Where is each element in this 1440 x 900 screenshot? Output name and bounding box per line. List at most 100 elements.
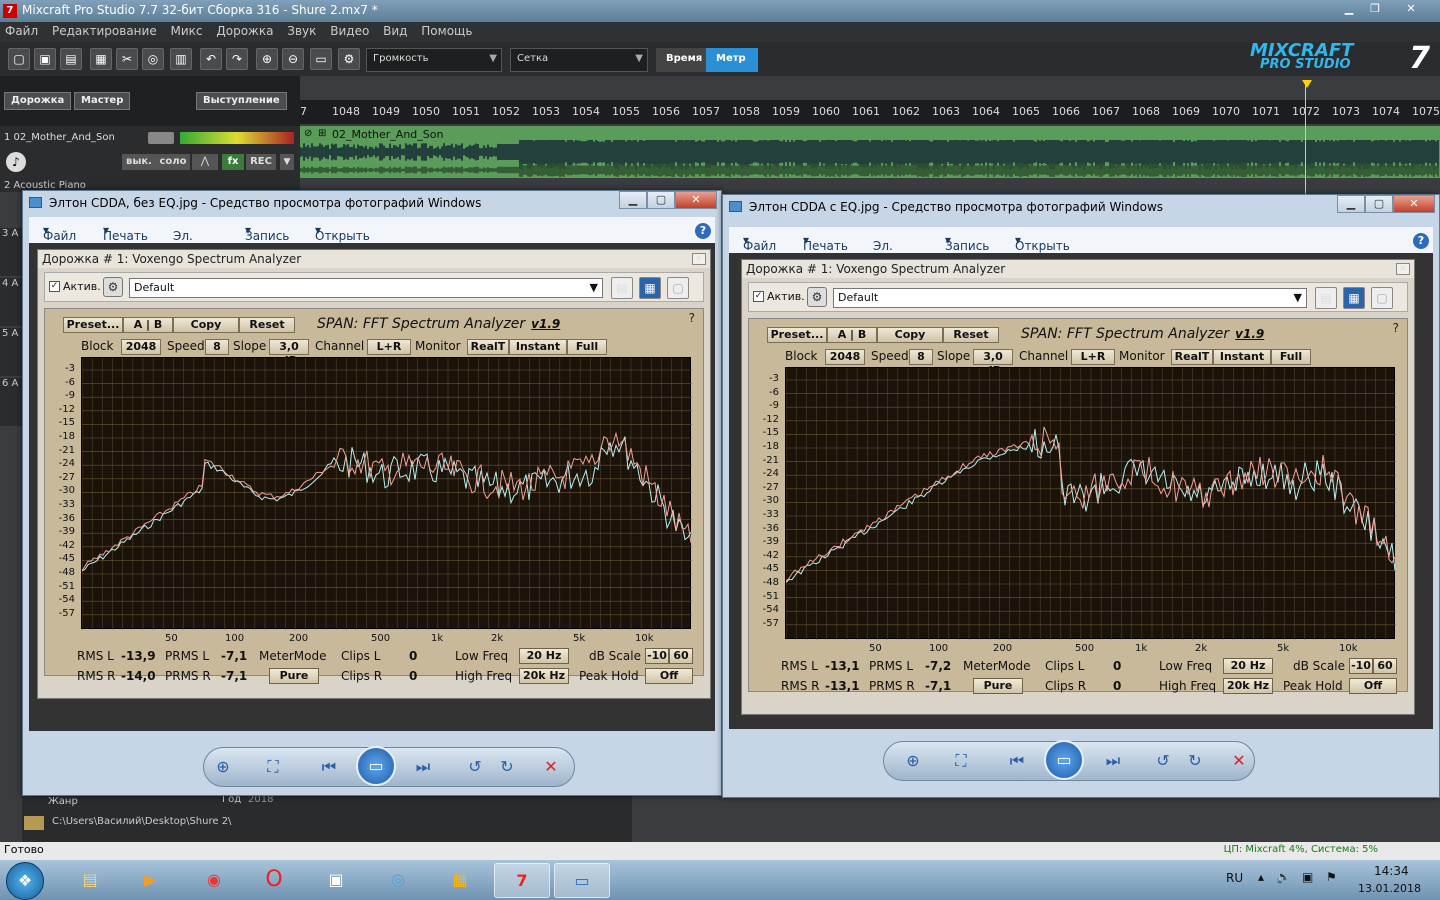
settings-gear-icon[interactable]: ⚙ (338, 48, 360, 70)
block-size-button[interactable]: 2048 (825, 349, 865, 365)
help-icon[interactable]: ? (695, 223, 711, 239)
sound-app-taskbar-icon[interactable]: ▣ (308, 863, 364, 898)
menu-file[interactable]: Файл (0, 22, 43, 40)
menu-video[interactable]: Видео (325, 22, 374, 40)
close-icon[interactable]: ✕ (692, 253, 706, 265)
close-icon[interactable]: ✕ (1398, 0, 1424, 18)
delete-preset-icon[interactable]: ▢ (1371, 287, 1393, 309)
photo-viewer-taskbar-icon[interactable]: ▭ (554, 863, 610, 898)
meter-mode-button[interactable]: Pure (973, 678, 1023, 694)
preset-dropdown[interactable]: Default ▼ (833, 288, 1307, 308)
undo-icon[interactable]: ↶ (200, 48, 222, 70)
instant-button[interactable]: Instant (1213, 349, 1271, 365)
start-button-icon[interactable]: ❖ (6, 862, 44, 900)
save-icon[interactable]: ▦ (1343, 287, 1365, 309)
actual-size-icon[interactable]: ⛶ (260, 756, 286, 780)
master-button[interactable]: Мастер (74, 92, 131, 110)
help-icon[interactable]: ? (1413, 233, 1429, 249)
db-scale-max-button[interactable]: 60 (1373, 658, 1397, 674)
instant-button[interactable]: Instant (509, 339, 567, 355)
zoom-in-icon[interactable]: ⊕ (256, 48, 278, 70)
office-taskbar-icon[interactable]: ▦ (432, 863, 488, 898)
delete-icon[interactable]: ✕ (1226, 750, 1252, 774)
slope-button[interactable]: 3,0 dB (269, 339, 309, 367)
copy-button[interactable]: Copy (173, 317, 239, 333)
clock-date[interactable]: 13.01.2018 (1358, 882, 1421, 895)
media-player-taskbar-icon[interactable]: ▶ (122, 863, 178, 898)
preset-dropdown[interactable]: Default ▼ (129, 278, 603, 298)
tracks-button[interactable]: Дорожка (4, 92, 72, 110)
track-6-header[interactable]: 6 A (0, 378, 22, 426)
rotate-right-icon[interactable]: ↻ (1182, 750, 1208, 774)
maximize-icon[interactable]: ▢ (647, 191, 675, 209)
midi-icon[interactable]: ▭ (310, 48, 332, 70)
actual-size-icon[interactable]: ⛶ (948, 750, 974, 774)
full-button[interactable]: Full (567, 339, 607, 355)
track-1-pan-slider[interactable] (148, 132, 174, 144)
rotate-left-icon[interactable]: ↺ (1150, 750, 1176, 774)
volume-dropdown[interactable]: Громкость ▼ (366, 48, 502, 72)
peak-hold-button[interactable]: Off (645, 668, 693, 684)
minimize-icon[interactable]: ▁ (1336, 0, 1362, 18)
save-icon[interactable]: ▦ (90, 48, 112, 70)
maximize-icon[interactable]: ▢ (1365, 195, 1393, 213)
record-icon[interactable]: ◎ (142, 48, 164, 70)
next-icon[interactable]: ⏭ (1100, 750, 1126, 774)
db-scale-max-button[interactable]: 60 (669, 648, 693, 664)
zoom-icon[interactable]: ⊕ (210, 756, 236, 780)
cut-icon[interactable]: ✂ (116, 48, 138, 70)
grid-dropdown[interactable]: Сетка ▼ (510, 48, 648, 72)
previous-icon[interactable]: ⏮ (1004, 750, 1030, 774)
slideshow-icon[interactable]: ▭ (1044, 740, 1084, 780)
audio-clip[interactable]: ⊘ ⊞ 02_Mother_And_Son (300, 126, 1440, 178)
db-scale-min-button[interactable]: -10 (1349, 658, 1373, 674)
track-3-header[interactable]: 3 A (0, 228, 22, 276)
menu-sound[interactable]: Звук (282, 22, 321, 40)
active-checkbox[interactable]: ✓ (49, 281, 60, 292)
menu-view[interactable]: Вид (378, 22, 412, 40)
previous-icon[interactable]: ⏮ (316, 756, 342, 780)
menu-track[interactable]: Дорожка (211, 22, 278, 40)
viewer-menu-print[interactable]: Печать ▾ (803, 233, 848, 253)
help-icon[interactable]: ? (1393, 321, 1399, 335)
viewer-menu-open[interactable]: Открыть ▾ (315, 223, 370, 243)
close-icon[interactable]: ✕ (1396, 263, 1410, 275)
open-folder-icon[interactable]: ▣ (34, 48, 56, 70)
active-checkbox[interactable]: ✓ (753, 291, 764, 302)
viewer-menu-burn[interactable]: Запись ▾ (945, 233, 989, 253)
close-icon[interactable]: ✕ (1393, 195, 1435, 213)
mixcraft-taskbar-icon[interactable]: 7 (494, 863, 550, 898)
open-folder-icon[interactable]: ▤ (611, 277, 633, 299)
close-icon[interactable]: ✕ (675, 191, 717, 209)
network-icon[interactable]: ▣ (1302, 870, 1313, 884)
zoom-icon[interactable]: ⊕ (900, 750, 926, 774)
channel-button[interactable]: L+R (1071, 349, 1115, 365)
playhead-line[interactable] (1305, 82, 1306, 197)
viewer-menu-burn[interactable]: Запись ▾ (245, 223, 289, 243)
mixer-icon[interactable]: ▥ (170, 48, 192, 70)
preset-button[interactable]: Preset... (767, 327, 827, 343)
track-1-name[interactable]: 1 02_Mother_And_Son (4, 132, 115, 143)
menu-edit[interactable]: Редактирование (47, 22, 162, 40)
reset-button[interactable]: Reset (239, 317, 295, 333)
explorer-taskbar-icon[interactable]: ▤ (62, 863, 118, 898)
copy-button[interactable]: Copy (877, 327, 943, 343)
full-button[interactable]: Full (1271, 349, 1311, 365)
peak-hold-button[interactable]: Off (1349, 678, 1397, 694)
restore-icon[interactable]: ❐ (1362, 0, 1388, 18)
show-hidden-icons-icon[interactable]: ▴ (1258, 870, 1264, 884)
new-file-icon[interactable]: ▢ (8, 48, 30, 70)
next-icon[interactable]: ⏭ (410, 756, 436, 780)
meter-toggle[interactable]: Метр (706, 48, 758, 72)
action-center-flag-icon[interactable]: ⚑ (1326, 870, 1337, 884)
chrome-taskbar-icon[interactable]: ◉ (186, 863, 242, 898)
opera-taskbar-icon[interactable]: O (246, 863, 302, 898)
volume-icon[interactable]: 🔈 (1276, 870, 1291, 884)
delete-preset-icon[interactable]: ▢ (667, 277, 689, 299)
gear-icon[interactable]: ⚙ (807, 287, 827, 307)
clip-add-icon[interactable]: ⊞ (318, 128, 326, 139)
clip-loop-icon[interactable]: ⊘ (304, 128, 312, 139)
zoom-out-icon[interactable]: ⊖ (282, 48, 304, 70)
track-menu-chevron-icon[interactable]: ▼ (280, 154, 294, 170)
high-freq-button[interactable]: 20k Hz (519, 668, 569, 684)
